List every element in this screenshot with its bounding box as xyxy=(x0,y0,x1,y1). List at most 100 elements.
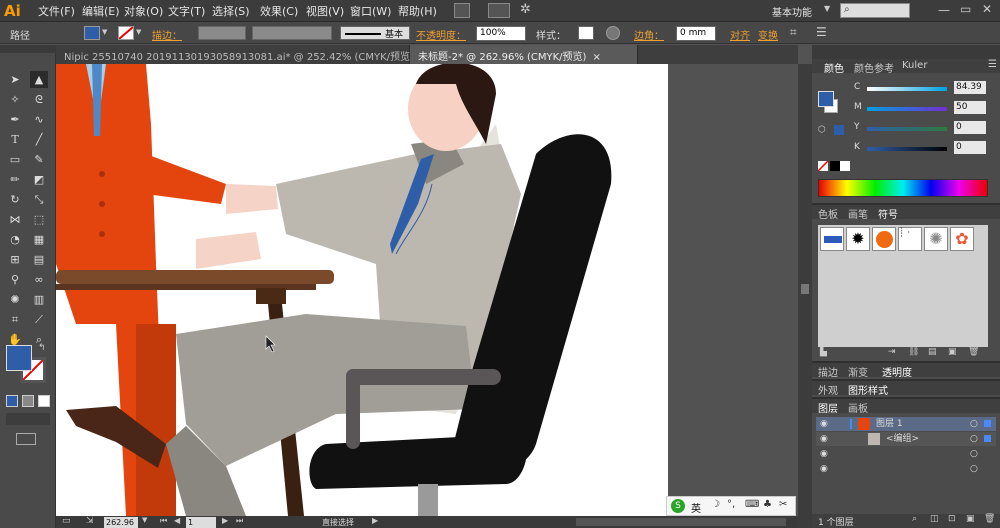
channel-c-input[interactable]: 84.39 xyxy=(954,81,986,94)
menu-object[interactable]: 对象(O) xyxy=(124,3,163,19)
align-link[interactable]: 对齐 xyxy=(730,27,750,42)
menu-type[interactable]: 文字(T) xyxy=(168,3,205,19)
layer-row[interactable]: ◉ 图层 1 ○ xyxy=(816,417,996,431)
symbol-tick-marks[interactable]: ┊ · xyxy=(898,227,922,251)
transform-link[interactable]: 变换 xyxy=(758,27,778,42)
stroke-weight-select[interactable] xyxy=(198,26,246,40)
minimize-icon[interactable]: — xyxy=(938,3,950,17)
close-icon[interactable]: ✕ xyxy=(982,2,992,16)
channel-y-slider[interactable] xyxy=(867,127,947,131)
eraser-tool-icon[interactable]: ◩ xyxy=(30,171,48,188)
target-icon[interactable]: ○ xyxy=(970,447,978,461)
fill-color-front[interactable] xyxy=(6,345,32,371)
opacity-label[interactable]: 不透明度： xyxy=(416,27,466,42)
scroll-thumb[interactable] xyxy=(801,284,809,294)
selection-indicator[interactable] xyxy=(984,420,991,427)
last-page-icon[interactable]: ⏭ xyxy=(236,516,243,526)
arrange-docs-icon[interactable] xyxy=(488,3,510,18)
mesh-tool-icon[interactable]: ⊞ xyxy=(6,251,24,268)
stroke-label[interactable]: 描边： xyxy=(152,27,182,42)
symbol-ink-splat[interactable]: ✹ xyxy=(846,227,870,251)
artboard-tool-icon[interactable]: ⌗ xyxy=(6,311,24,328)
target-icon[interactable]: ○ xyxy=(970,417,978,431)
close-icon[interactable]: × xyxy=(592,52,600,63)
target-icon[interactable]: ○ xyxy=(970,432,978,446)
fill-dropdown-icon[interactable]: ▼ xyxy=(102,28,107,36)
symbol-gear-frame[interactable]: ✺ xyxy=(924,227,948,251)
opacity-input[interactable]: 100% xyxy=(476,26,526,41)
width-tool-icon[interactable]: ⋈ xyxy=(6,211,24,228)
line-tool-icon[interactable]: ╱ xyxy=(30,131,48,148)
zoom-input[interactable]: 262.96 xyxy=(104,517,138,528)
channel-k-slider[interactable] xyxy=(867,147,947,151)
first-page-icon[interactable]: ⏮ xyxy=(160,516,167,526)
layer-row[interactable]: ◉ ○ xyxy=(816,462,996,476)
eye-icon[interactable]: ◉ xyxy=(820,462,828,476)
tab-graphic-styles[interactable]: 图形样式 xyxy=(848,382,888,397)
color-mode-icon[interactable] xyxy=(6,395,18,407)
lasso-tool-icon[interactable]: ᘓ xyxy=(30,91,48,108)
selection-indicator[interactable] xyxy=(984,435,991,442)
search-input[interactable]: ⌕ xyxy=(840,3,910,18)
direct-selection-tool-icon[interactable]: ▲ xyxy=(30,71,48,88)
ime-keyboard-icon[interactable]: ⌨ xyxy=(745,499,759,510)
vertical-scrollbar[interactable] xyxy=(798,64,812,528)
blend-tool-icon[interactable]: ∞ xyxy=(30,271,48,288)
layer-name[interactable]: <编组> xyxy=(886,432,919,446)
bridge-icon[interactable] xyxy=(454,3,470,18)
ime-skin-icon[interactable]: ♣ xyxy=(763,499,772,510)
channel-m-slider[interactable] xyxy=(867,107,947,111)
eye-icon[interactable]: ◉ xyxy=(820,417,828,431)
tab-color-guide[interactable]: 颜色参考 xyxy=(854,60,894,75)
ime-moon-icon[interactable]: ☽ xyxy=(711,499,720,510)
shape-builder-tool-icon[interactable]: ◔ xyxy=(6,231,24,248)
delete-icon[interactable]: 🗑 xyxy=(968,347,979,357)
delete-icon[interactable]: 🗑 xyxy=(984,514,995,524)
menu-select[interactable]: 选择(S) xyxy=(212,3,250,19)
tab-kuler[interactable]: Kuler xyxy=(902,60,927,71)
perspective-grid-tool-icon[interactable]: ▦ xyxy=(30,231,48,248)
workspace-switcher[interactable]: 基本功能 xyxy=(772,4,812,19)
tab-layers[interactable]: 图层 xyxy=(818,400,838,415)
tab-document-1[interactable]: Nipic 25510740 20191130193058913081.ai* … xyxy=(56,45,414,64)
status-menu-icon[interactable]: ▶ xyxy=(372,516,378,525)
column-graph-tool-icon[interactable]: ▥ xyxy=(30,291,48,308)
rectangle-tool-icon[interactable]: ▭ xyxy=(6,151,24,168)
layer-name[interactable]: 图层 1 xyxy=(876,417,903,431)
symbol-orange-button[interactable] xyxy=(872,227,896,251)
horizontal-scrollbar[interactable] xyxy=(576,518,786,526)
tab-brushes[interactable]: 画笔 xyxy=(848,206,868,221)
stroke-dropdown-icon[interactable]: ▼ xyxy=(136,28,141,36)
tab-artboards[interactable]: 画板 xyxy=(848,400,868,415)
prev-page-icon[interactable]: ◀ xyxy=(174,516,180,525)
color-fill-front[interactable] xyxy=(818,91,834,107)
clipping-mask-icon[interactable]: ◫ xyxy=(930,514,939,524)
sync-icon[interactable]: ✲ xyxy=(520,2,536,18)
graphic-style-swatch[interactable] xyxy=(578,26,594,40)
variable-width-select[interactable] xyxy=(252,26,332,40)
maximize-icon[interactable]: ▭ xyxy=(960,2,971,16)
tab-transparency[interactable]: 透明度 xyxy=(882,364,912,379)
color-spectrum[interactable] xyxy=(818,179,988,197)
fill-swatch[interactable] xyxy=(84,26,100,40)
next-page-icon[interactable]: ▶ xyxy=(222,516,228,525)
screen-mode-icon[interactable] xyxy=(16,433,36,445)
symbol-sprayer-tool-icon[interactable]: ✺ xyxy=(6,291,24,308)
out-of-gamut-icon[interactable]: ⬡ xyxy=(818,125,826,135)
recolor-icon[interactable] xyxy=(606,26,620,40)
panel-menu-icon[interactable]: ☰ xyxy=(816,25,827,39)
tab-symbols[interactable]: 符号 xyxy=(878,206,898,221)
corner-input[interactable]: 0 mm xyxy=(676,26,716,41)
free-transform-tool-icon[interactable]: ⬚ xyxy=(30,211,48,228)
ime-tools-icon[interactable]: ✂ xyxy=(779,499,787,510)
tab-color[interactable]: 颜色 xyxy=(824,60,844,75)
eye-icon[interactable]: ◉ xyxy=(820,447,828,461)
corner-label[interactable]: 边角： xyxy=(634,27,664,42)
chevron-down-icon[interactable]: ▼ xyxy=(824,4,830,13)
eyedropper-tool-icon[interactable]: ⚲ xyxy=(6,271,24,288)
eye-icon[interactable]: ◉ xyxy=(820,432,828,446)
magic-wand-tool-icon[interactable]: ✧ xyxy=(6,91,24,108)
tab-gradient[interactable]: 渐变 xyxy=(848,364,868,379)
channel-y-input[interactable]: 0 xyxy=(954,121,986,134)
scale-tool-icon[interactable]: ⤡ xyxy=(30,191,48,208)
